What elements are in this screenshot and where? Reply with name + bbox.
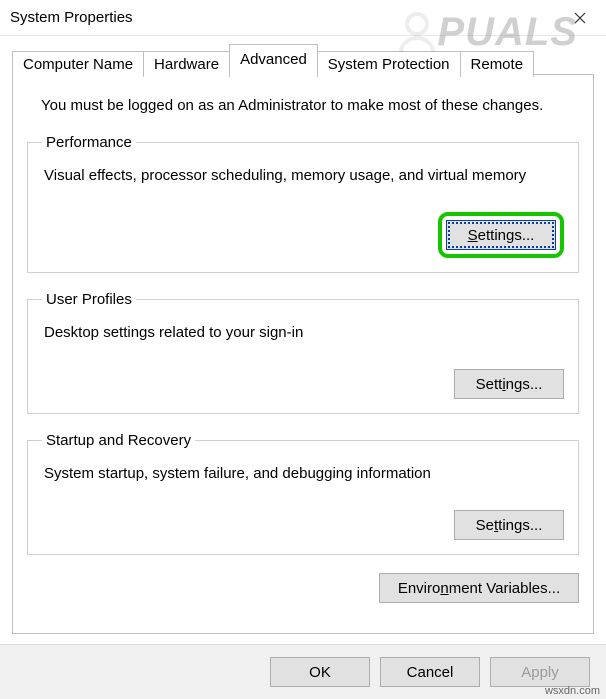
tab-hardware[interactable]: Hardware bbox=[143, 51, 230, 77]
user-profiles-desc: Desktop settings related to your sign-in bbox=[44, 324, 564, 341]
system-properties-window: PUALS System Properties Computer Name Ha… bbox=[0, 0, 606, 699]
cancel-button[interactable]: Cancel bbox=[380, 657, 480, 687]
close-button[interactable] bbox=[560, 4, 600, 32]
startup-recovery-settings-button[interactable]: Settings... bbox=[454, 510, 564, 540]
tab-remote[interactable]: Remote bbox=[460, 51, 535, 77]
startup-recovery-group: Startup and Recovery System startup, sys… bbox=[27, 432, 579, 555]
admin-notice: You must be logged on as an Administrato… bbox=[41, 97, 575, 114]
user-profiles-settings-button[interactable]: Settings... bbox=[454, 369, 564, 399]
performance-group: Performance Visual effects, processor sc… bbox=[27, 134, 579, 273]
startup-recovery-legend: Startup and Recovery bbox=[42, 432, 195, 449]
close-icon bbox=[574, 12, 586, 24]
performance-legend: Performance bbox=[42, 134, 136, 151]
apply-button[interactable]: Apply bbox=[490, 657, 590, 687]
titlebar: System Properties bbox=[0, 0, 606, 36]
tab-computer-name[interactable]: Computer Name bbox=[12, 51, 144, 77]
performance-settings-button[interactable]: Settings... bbox=[446, 220, 556, 250]
ok-button[interactable]: OK bbox=[270, 657, 370, 687]
environment-variables-button[interactable]: Environment Variables... bbox=[379, 573, 579, 603]
user-profiles-group: User Profiles Desktop settings related t… bbox=[27, 291, 579, 414]
tab-system-protection[interactable]: System Protection bbox=[317, 51, 461, 77]
advanced-panel: You must be logged on as an Administrato… bbox=[12, 75, 594, 634]
startup-recovery-desc: System startup, system failure, and debu… bbox=[44, 465, 564, 482]
dialog-action-bar: OK Cancel Apply bbox=[0, 644, 606, 699]
performance-desc: Visual effects, processor scheduling, me… bbox=[44, 167, 564, 184]
highlight-marker: Settings... bbox=[438, 212, 564, 258]
window-title: System Properties bbox=[10, 9, 560, 26]
tabstrip: Computer Name Hardware Advanced System P… bbox=[0, 36, 606, 75]
tab-advanced[interactable]: Advanced bbox=[229, 44, 318, 76]
user-profiles-legend: User Profiles bbox=[42, 291, 136, 308]
